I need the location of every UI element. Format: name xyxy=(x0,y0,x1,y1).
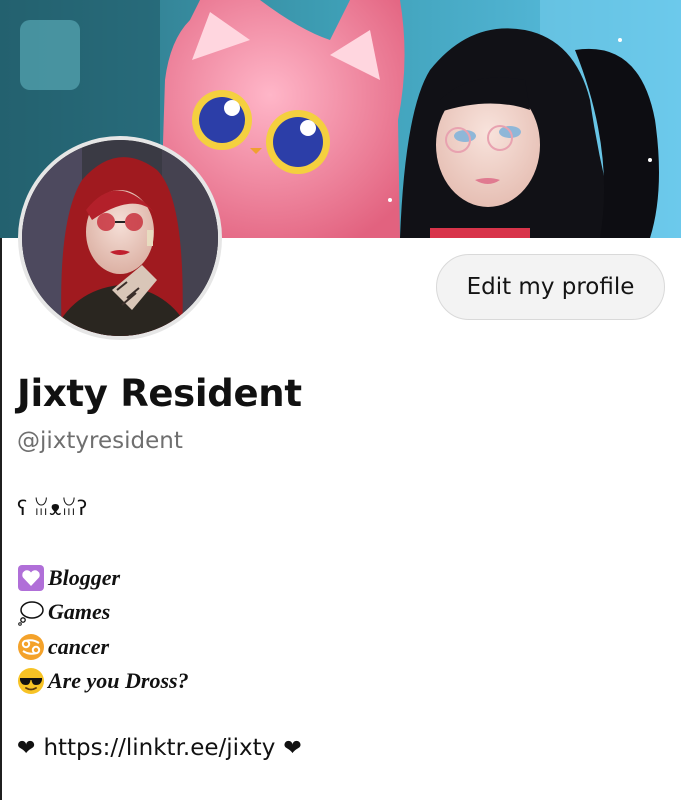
linktree-link[interactable]: https://linktr.ee/jixty xyxy=(43,735,275,761)
display-name: Jixty Resident xyxy=(17,372,302,415)
avatar[interactable] xyxy=(18,136,222,340)
black-heart-icon: ❤ xyxy=(283,735,302,761)
bio-line-text: cancer xyxy=(48,634,110,659)
cancer-zodiac-icon xyxy=(17,633,45,661)
bio-line-text: Are you Dross? xyxy=(48,668,189,693)
bio-line-text: Blogger xyxy=(48,565,121,590)
bio-link-line: ❤ https://linktr.ee/jixty ❤ xyxy=(17,735,302,761)
bio-line-games: Games xyxy=(17,597,110,627)
bio-line-dross: Are you Dross? xyxy=(17,666,189,696)
page-left-border xyxy=(0,238,2,800)
bio-line-text: Games xyxy=(48,599,111,624)
black-heart-icon: ❤ xyxy=(17,735,36,761)
bio-line-cancer: cancer xyxy=(17,632,109,662)
username-handle: @jixtyresident xyxy=(17,428,183,454)
edit-profile-button[interactable]: Edit my profile xyxy=(436,254,665,320)
purple-heart-icon xyxy=(17,564,45,592)
bio-kaomoji: ʕ ꈍᴥꈍʔ xyxy=(17,496,88,520)
bio-line-blogger: Blogger xyxy=(17,563,120,593)
sunglasses-face-icon xyxy=(17,667,45,695)
thought-bubble-icon xyxy=(17,598,45,626)
